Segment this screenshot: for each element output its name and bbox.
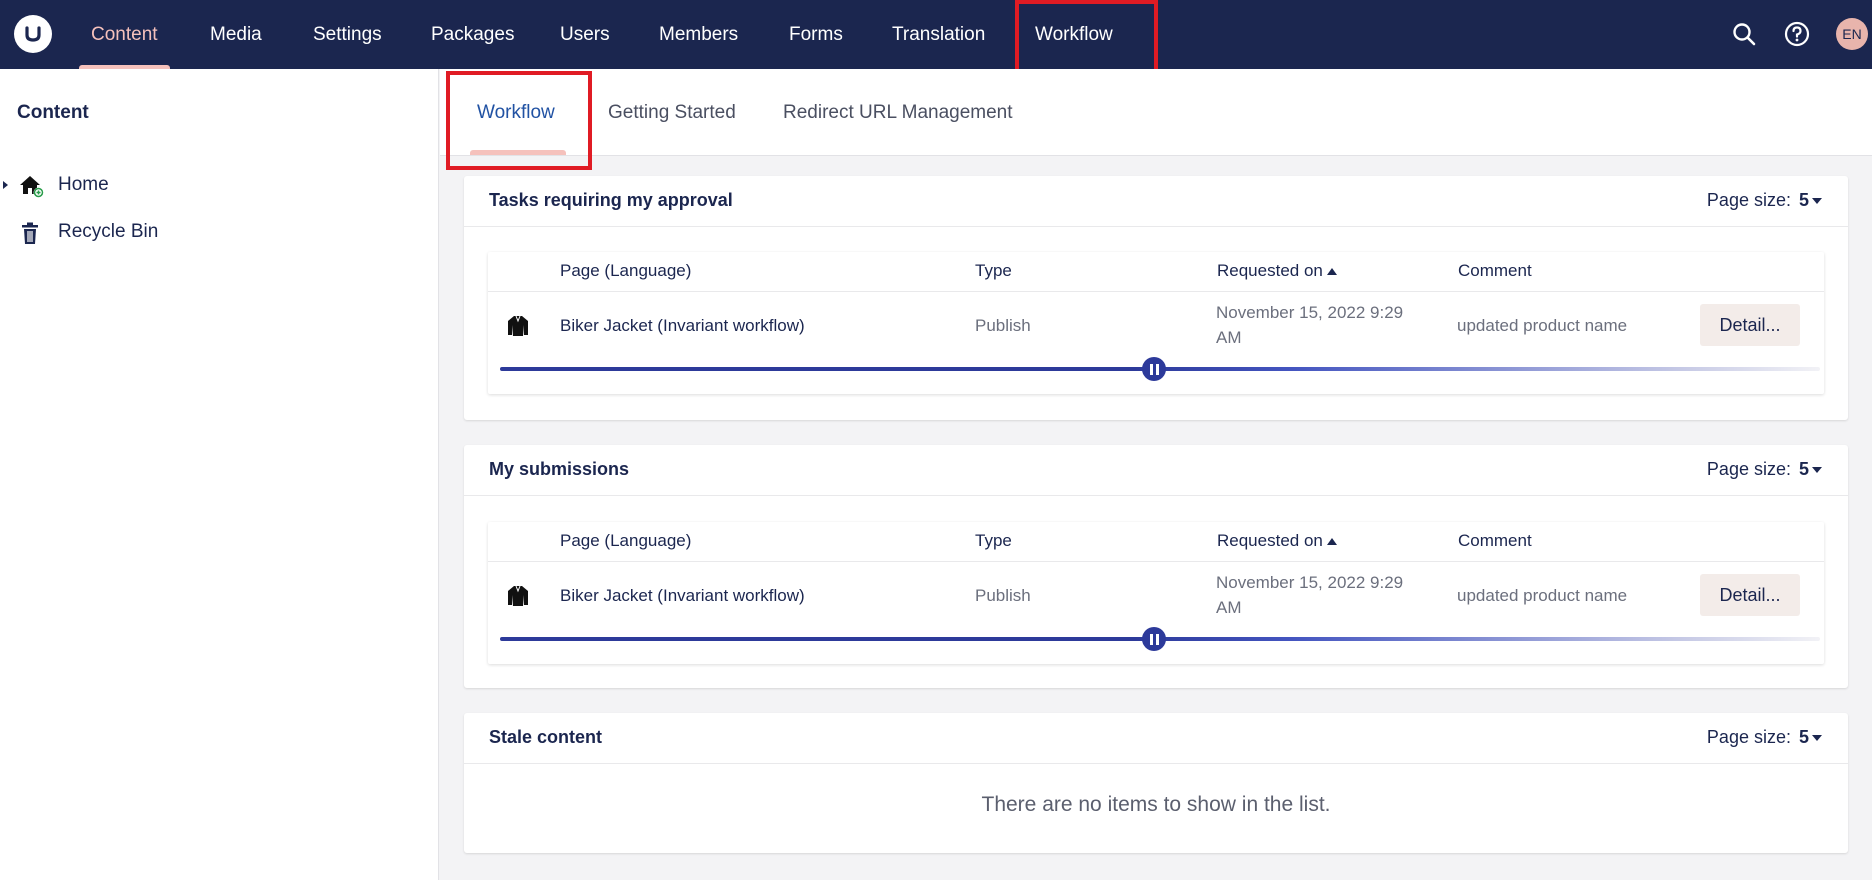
active-tab-indicator [470, 150, 566, 155]
nav-users[interactable]: Users [560, 0, 610, 69]
expand-caret-icon[interactable] [2, 180, 10, 190]
page-size-dropdown[interactable]: Page size: 5 [1707, 459, 1822, 480]
panel-header: My submissions Page size: 5 [464, 445, 1848, 496]
tree-item-home[interactable]: Home [0, 165, 438, 205]
nav-translation[interactable]: Translation [892, 0, 985, 69]
umbraco-logo-icon[interactable] [14, 15, 52, 53]
header-divider [488, 561, 1824, 562]
column-header-comment[interactable]: Comment [1458, 531, 1532, 551]
row-type: Publish [975, 586, 1031, 605]
row-page-link[interactable]: Biker Jacket (Invariant workflow) [560, 586, 805, 606]
help-icon[interactable] [1782, 19, 1812, 49]
top-navigation-bar: Content Media Settings Packages Users Me… [0, 0, 1872, 69]
column-header-page[interactable]: Page (Language) [560, 261, 691, 281]
column-header-requested-on[interactable]: Requested on [1217, 531, 1337, 551]
user-avatar[interactable]: EN [1836, 18, 1868, 50]
column-header-type[interactable]: Type [975, 261, 1012, 281]
row-requested-on: November 15, 2022 9:29 AM [1216, 303, 1404, 347]
home-icon [18, 173, 44, 199]
detail-button[interactable]: Detail... [1700, 304, 1800, 346]
row-page-link[interactable]: Biker Jacket (Invariant workflow) [560, 316, 805, 336]
panel-my-submissions: My submissions Page size: 5 Page (Langua… [464, 445, 1848, 688]
nav-media[interactable]: Media [210, 0, 262, 69]
panel-title: Stale content [489, 727, 603, 747]
tree-item-label: Home [58, 174, 109, 195]
sort-ascending-icon [1326, 537, 1337, 545]
tree-item-label: Recycle Bin [58, 221, 159, 242]
dashboard-tabs: Workflow Getting Started Redirect URL Ma… [440, 69, 1872, 156]
caret-down-icon [1812, 197, 1822, 204]
row-requested-on: November 15, 2022 9:29 AM [1216, 573, 1404, 617]
caret-down-icon [1812, 466, 1822, 473]
trash-icon [18, 220, 44, 246]
panel-header: Stale content Page size: 5 [464, 713, 1848, 764]
column-header-comment[interactable]: Comment [1458, 261, 1532, 281]
sidebar-title: Content [17, 102, 89, 123]
row-comment: updated product name [1457, 316, 1628, 335]
approval-table: Page (Language) Type Requested on Commen… [488, 252, 1824, 394]
submissions-table: Page (Language) Type Requested on Commen… [488, 522, 1824, 664]
page-size-value: 5 [1798, 727, 1809, 747]
column-header-page[interactable]: Page (Language) [560, 531, 691, 551]
page-size-label: Page size: [1706, 190, 1791, 210]
sort-ascending-icon [1326, 267, 1337, 275]
nav-workflow[interactable]: Workflow [1035, 0, 1113, 69]
nav-packages[interactable]: Packages [431, 0, 514, 69]
nav-content[interactable]: Content [79, 0, 170, 69]
page-size-dropdown[interactable]: Page size: 5 [1707, 190, 1822, 211]
column-header-requested-on[interactable]: Requested on [1217, 261, 1337, 281]
header-divider [488, 291, 1824, 292]
column-header-label: Requested on [1217, 261, 1323, 280]
search-icon[interactable] [1729, 19, 1759, 49]
nav-settings[interactable]: Settings [313, 0, 382, 69]
panel-stale-content: Stale content Page size: 5 There are no … [464, 713, 1848, 853]
page-size-dropdown[interactable]: Page size: 5 [1707, 727, 1822, 748]
caret-down-icon [1812, 734, 1822, 741]
tab-workflow[interactable]: Workflow [477, 69, 555, 156]
page-size-value: 5 [1798, 459, 1809, 479]
page-size-value: 5 [1798, 190, 1809, 210]
tab-redirect-url-management[interactable]: Redirect URL Management [783, 69, 1013, 156]
nav-forms[interactable]: Forms [789, 0, 843, 69]
sidebar: Content Home Recycle Bin [0, 69, 439, 880]
panel-tasks-approval: Tasks requiring my approval Page size: 5… [464, 176, 1848, 420]
pause-icon[interactable] [1142, 357, 1166, 381]
empty-list-message: There are no items to show in the list. [981, 793, 1331, 816]
pause-icon[interactable] [1142, 627, 1166, 651]
column-header-label: Requested on [1217, 531, 1323, 550]
jacket-icon [508, 585, 528, 606]
panel-header: Tasks requiring my approval Page size: 5 [464, 176, 1848, 227]
column-header-type[interactable]: Type [975, 531, 1012, 551]
page-size-label: Page size: [1706, 727, 1791, 747]
nav-members[interactable]: Members [659, 0, 738, 69]
jacket-icon [508, 315, 528, 336]
tab-getting-started[interactable]: Getting Started [608, 69, 736, 156]
row-comment: updated product name [1457, 586, 1628, 605]
tree-item-recycle-bin[interactable]: Recycle Bin [0, 212, 438, 252]
page-size-label: Page size: [1706, 459, 1791, 479]
detail-button[interactable]: Detail... [1700, 574, 1800, 616]
panel-title: My submissions [489, 459, 630, 479]
row-type: Publish [975, 316, 1031, 335]
panel-title: Tasks requiring my approval [489, 190, 733, 210]
